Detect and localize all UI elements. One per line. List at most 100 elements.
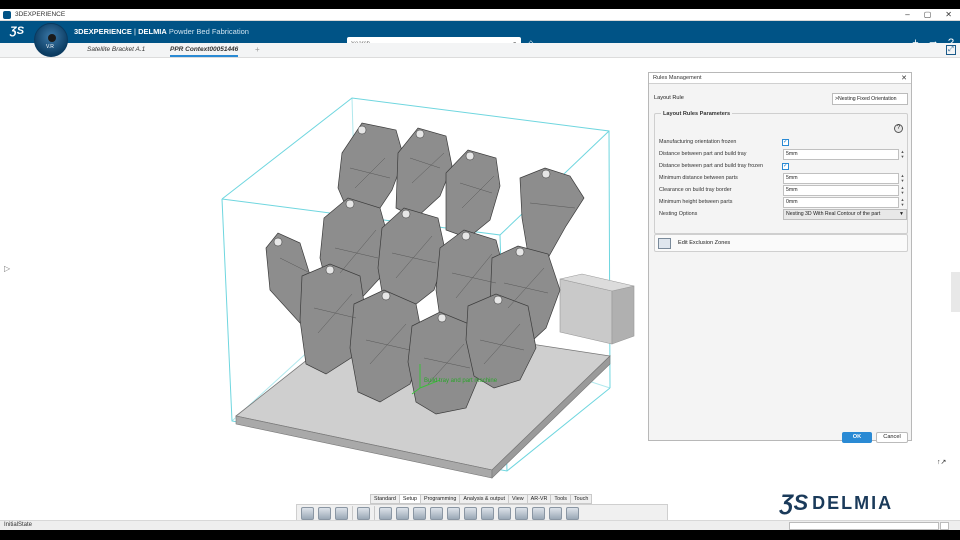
brand-3dexperience: 3DEXPERIENCE (74, 27, 132, 36)
orientation-frozen-checkbox[interactable] (782, 138, 789, 146)
tab-view[interactable]: View (508, 494, 528, 504)
nesting-icon[interactable] (464, 506, 477, 520)
param-label: Clearance on build tray border (659, 187, 732, 193)
status-bar: InitialState (0, 520, 960, 530)
tab-programming[interactable]: Programming (419, 494, 461, 504)
group-title: Layout Rules Parameters (661, 111, 733, 117)
left-panel-arrow-icon[interactable]: ▷ (4, 264, 10, 273)
undo-icon[interactable] (357, 506, 370, 520)
help-icon[interactable]: ? (894, 124, 903, 133)
minimize-button[interactable]: – (905, 10, 909, 19)
spinner-icon[interactable]: ▲ ▼ (899, 149, 906, 160)
exclusion-label: Edit Exclusion Zones (678, 240, 731, 246)
spinner-icon[interactable]: ▲ ▼ (899, 197, 906, 208)
panel-title: Rules Management ✕ (649, 73, 911, 84)
paste-icon[interactable] (335, 506, 348, 520)
layout-rule-row: Layout Rule >Nesting Fixed Orientation (654, 93, 908, 105)
brand-product: Powder Bed Fabrication (168, 27, 249, 36)
param-clearance-border: Clearance on build tray border 5mm ▲ ▼ (659, 185, 905, 196)
layout-icon[interactable] (481, 506, 494, 520)
ds-logo-icon: ƷS (780, 490, 809, 515)
nesting-options-select[interactable]: Nesting 3D With Real Contour of the part… (783, 209, 907, 220)
brand-app: DELMIA (138, 27, 167, 36)
param-distance-part-tray: Distance between part and build tray 5mm… (659, 149, 905, 160)
param-label: Distance between part and build tray (659, 151, 747, 157)
min-distance-parts-input[interactable]: 5mm (783, 173, 899, 184)
machine-block (559, 273, 635, 345)
toolbar-separator (352, 506, 353, 520)
param-label: Minimum height between parts (659, 199, 733, 205)
layout-rule-label: Layout Rule (654, 95, 684, 101)
top-bar: ƷS 3DEXPERIENCE | DELMIA Powder Bed Fabr… (0, 21, 960, 51)
simulate-icon[interactable] (566, 506, 579, 520)
maximize-button[interactable]: ▢ (924, 10, 932, 19)
param-orientation-frozen: Manufacturing orientation frozen (659, 137, 905, 148)
close-icon[interactable]: ✕ (901, 73, 907, 84)
delmia-wordmark: DELMIA (812, 492, 894, 513)
cut-icon[interactable] (301, 506, 314, 520)
ok-button[interactable]: OK (842, 432, 872, 443)
cancel-button[interactable]: Cancel (876, 432, 908, 443)
orientation-icon[interactable] (447, 506, 460, 520)
action-bar-tabs: Standard Setup Programming Analysis & ou… (370, 494, 593, 504)
window-title: 3DEXPERIENCE (15, 11, 66, 18)
param-label: Distance between part and build tray fro… (659, 163, 763, 169)
build-tray-icon[interactable] (396, 506, 409, 520)
view-axis-icon: ↑↗ (937, 459, 947, 466)
rules-management-panel: Rules Management ✕ Layout Rule >Nesting … (648, 72, 912, 443)
tab-satellite-bracket[interactable]: Satellite Bracket A.1 (87, 46, 145, 53)
tab-ppr-context[interactable]: PPR Context00051446 (170, 46, 239, 57)
tab-tools[interactable]: Tools (550, 494, 571, 504)
app-window: 3DEXPERIENCE – ▢ ✕ ƷS 3DEXPERIENCE | DEL… (0, 9, 960, 530)
distance-part-tray-input[interactable]: 5mm (783, 149, 899, 160)
tab-analysis-output[interactable]: Analysis & output (459, 494, 509, 504)
param-nesting-options: Nesting Options Nesting 3D With Real Con… (659, 209, 907, 220)
scan-path-icon[interactable] (549, 506, 562, 520)
chevron-down-icon: ▼ (899, 211, 904, 217)
tab-ar-vr[interactable]: AR-VR (526, 494, 552, 504)
window-titlebar: 3DEXPERIENCE – ▢ ✕ (0, 9, 960, 21)
machine-icon[interactable] (379, 506, 392, 520)
clearance-border-input[interactable]: 5mm (783, 185, 899, 196)
distance-frozen-checkbox[interactable] (782, 162, 789, 170)
spinner-icon[interactable]: ▲ ▼ (899, 185, 906, 196)
play-icon[interactable] (48, 34, 56, 42)
tab-touch[interactable]: Touch (569, 494, 593, 504)
brand-title: 3DEXPERIENCE | DELMIA Powder Bed Fabrica… (74, 27, 249, 36)
window-controls: – ▢ ✕ (905, 10, 952, 19)
copy-icon[interactable] (318, 506, 331, 520)
nesting-options-value: Nesting 3D With Real Contour of the part (786, 211, 881, 217)
param-label: Minimum distance between parts (659, 175, 738, 181)
delmia-logo: ƷS DELMIA (780, 490, 893, 516)
param-label: Nesting Options (659, 211, 698, 217)
slice-icon[interactable] (532, 506, 545, 520)
min-height-parts-input[interactable]: 0mm (783, 197, 899, 208)
tab-standard[interactable]: Standard (370, 494, 400, 504)
support-icon[interactable] (515, 506, 528, 520)
layout-rule-button[interactable]: >Nesting Fixed Orientation (832, 93, 908, 105)
add-tab-icon[interactable]: + (255, 45, 260, 54)
expand-icon[interactable]: ⤢ (946, 45, 956, 55)
compass-version: V.R (46, 44, 54, 50)
rules-icon[interactable] (498, 506, 511, 520)
tab-setup[interactable]: Setup (398, 494, 421, 504)
status-text: InitialState (4, 522, 33, 528)
param-distance-frozen: Distance between part and build tray fro… (659, 161, 905, 172)
action-bar: Standard Setup Programming Analysis & ou… (296, 494, 668, 522)
compass-widget[interactable]: V.R (34, 23, 68, 57)
exclusion-zone-icon (658, 238, 671, 249)
param-min-height-parts: Minimum height between parts 0mm ▲ ▼ (659, 197, 905, 208)
edit-exclusion-zones-button[interactable]: Edit Exclusion Zones (654, 234, 908, 252)
status-indicator (940, 522, 949, 530)
toolbar-separator (374, 506, 375, 520)
part-import-icon[interactable] (413, 506, 426, 520)
origin-label: Build tray and part machine (424, 378, 498, 384)
right-side-strip[interactable] (951, 272, 960, 312)
spinner-icon[interactable]: ▲ ▼ (899, 173, 906, 184)
panel-title-text: Rules Management (653, 75, 702, 81)
close-button[interactable]: ✕ (945, 10, 952, 19)
command-input[interactable] (789, 522, 939, 530)
add-part-icon[interactable] (430, 506, 443, 520)
ds-logo-icon[interactable]: ƷS (10, 25, 24, 37)
param-label: Manufacturing orientation frozen (659, 139, 737, 145)
